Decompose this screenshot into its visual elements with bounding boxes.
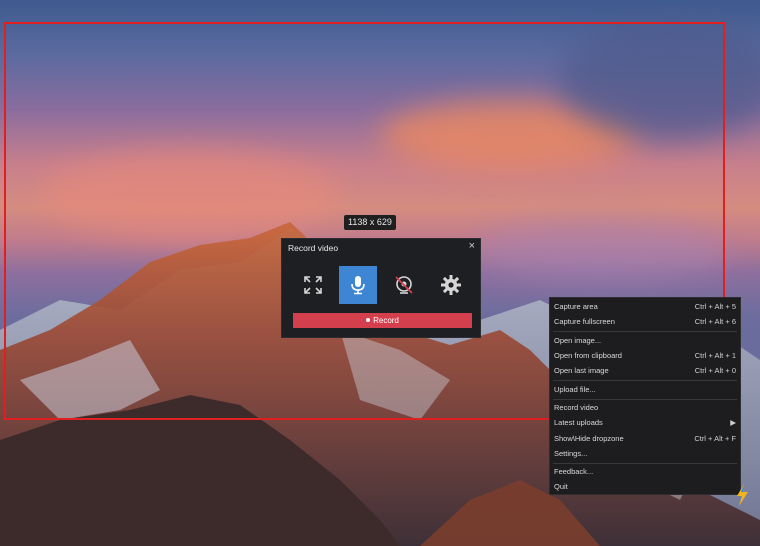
menu-item-label: Record video xyxy=(554,403,599,412)
app-tray-icon[interactable] xyxy=(735,484,749,506)
menu-separator xyxy=(553,331,737,332)
menu-item-feedback[interactable]: Feedback... xyxy=(554,465,736,479)
menu-item-label: Settings... xyxy=(554,449,588,458)
menu-separator xyxy=(553,463,737,464)
menu-item-label: Capture area xyxy=(554,302,598,311)
menu-item-upload-file[interactable]: Upload file... xyxy=(554,383,736,397)
menu-item-label: Show\Hide dropzone xyxy=(554,434,624,443)
gear-icon xyxy=(441,275,461,295)
menu-separator xyxy=(553,380,737,381)
menu-item-label: Open last image xyxy=(554,366,609,375)
menu-item-open-last-image[interactable]: Open last image Ctrl + Alt + 0 xyxy=(554,364,736,378)
menu-item-shortcut: Ctrl + Alt + F xyxy=(694,434,736,443)
menu-item-shortcut: Ctrl + Alt + 0 xyxy=(694,366,736,375)
menu-separator xyxy=(553,399,737,400)
menu-item-latest-uploads[interactable]: Latest uploads ▶ xyxy=(554,416,736,430)
settings-button[interactable] xyxy=(432,266,470,304)
webcam-toggle-button[interactable] xyxy=(385,266,423,304)
webcam-off-icon xyxy=(395,276,413,294)
record-button-label: Record xyxy=(373,316,399,325)
microphone-icon xyxy=(351,276,365,295)
capture-size-label: 1138 x 629 xyxy=(344,215,396,230)
menu-item-label: Upload file... xyxy=(554,385,596,394)
record-video-panel: Record video × Record xyxy=(281,238,481,338)
menu-item-open-image[interactable]: Open image... xyxy=(554,334,736,348)
menu-item-capture-area[interactable]: Capture area Ctrl + Alt + 5 xyxy=(554,300,736,314)
menu-item-label: Capture fullscreen xyxy=(554,317,615,326)
menu-item-capture-fullscreen[interactable]: Capture fullscreen Ctrl + Alt + 6 xyxy=(554,315,736,329)
tray-context-menu: Capture area Ctrl + Alt + 5 Capture full… xyxy=(549,297,741,495)
menu-item-show-hide-dropzone[interactable]: Show\Hide dropzone Ctrl + Alt + F xyxy=(554,432,736,446)
record-dot-icon xyxy=(366,317,371,322)
menu-item-shortcut: Ctrl + Alt + 5 xyxy=(694,302,736,311)
menu-item-record-video[interactable]: Record video xyxy=(554,401,736,415)
microphone-button[interactable] xyxy=(339,266,377,304)
menu-item-label: Latest uploads xyxy=(554,418,603,427)
panel-title: Record video xyxy=(288,243,339,253)
submenu-arrow-icon: ▶ xyxy=(730,418,736,427)
record-button[interactable]: Record xyxy=(293,313,472,328)
menu-item-shortcut: Ctrl + Alt + 6 xyxy=(694,317,736,326)
menu-item-label: Feedback... xyxy=(554,467,594,476)
fullscreen-button[interactable] xyxy=(294,266,332,304)
menu-item-settings[interactable]: Settings... xyxy=(554,447,736,461)
menu-item-label: Open image... xyxy=(554,336,602,345)
menu-item-shortcut: Ctrl + Alt + 1 xyxy=(694,351,736,360)
close-button[interactable]: × xyxy=(469,240,475,252)
menu-item-open-from-clipboard[interactable]: Open from clipboard Ctrl + Alt + 1 xyxy=(554,349,736,363)
menu-item-label: Open from clipboard xyxy=(554,351,622,360)
menu-item-label: Quit xyxy=(554,482,568,491)
menu-item-quit[interactable]: Quit xyxy=(554,480,736,494)
fullscreen-icon xyxy=(304,276,322,294)
